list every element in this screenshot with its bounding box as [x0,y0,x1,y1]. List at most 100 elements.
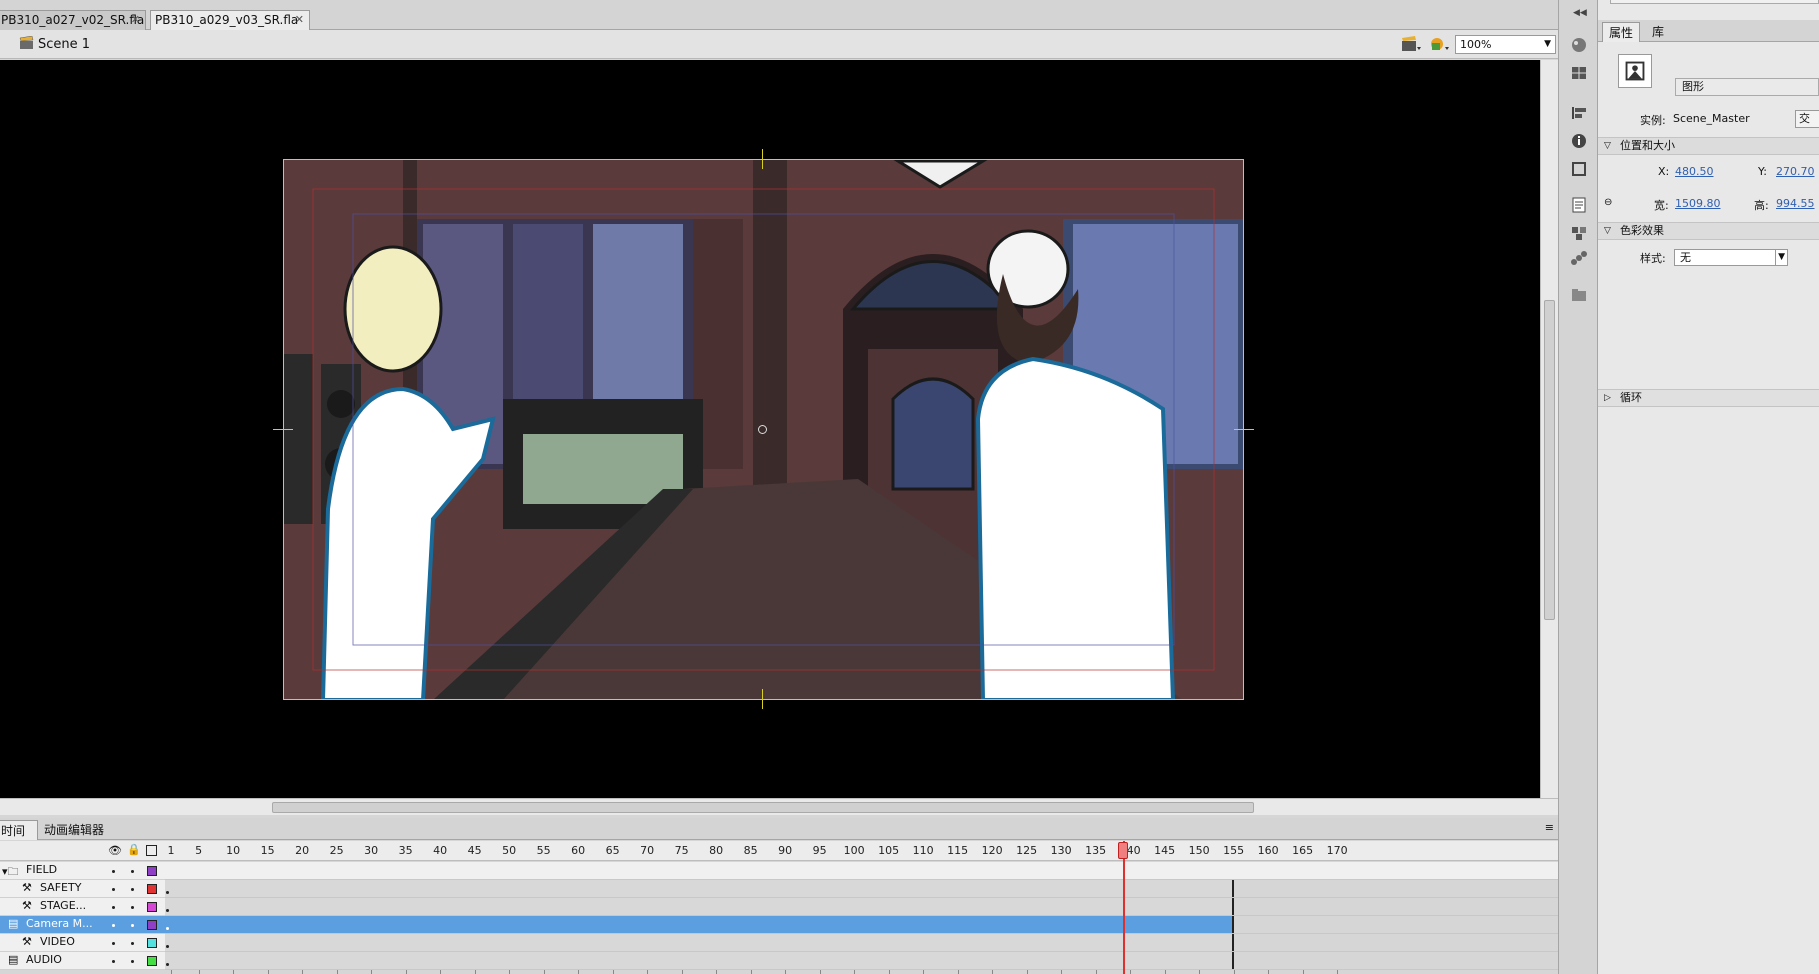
layer-color-swatch[interactable] [147,884,157,894]
width-value[interactable]: 1509.80 [1675,197,1721,210]
ruler-tick [1337,970,1339,974]
keyframe-dot[interactable] [166,909,169,912]
layer-row[interactable]: ⚒ VIDEO [0,934,165,952]
layer-row[interactable]: ▤ Camera M... [0,916,165,934]
scene-label[interactable]: Scene 1 [38,37,90,52]
ruler-label: 95 [812,844,827,857]
height-value[interactable]: 994.55 [1776,197,1815,210]
eye-icon[interactable]: 👁 [108,844,122,857]
doc-tab-a029[interactable]: PB310_a029_v03_SR.fla ✕ [150,10,310,30]
frame-span-row[interactable] [165,952,1558,970]
frame-span[interactable] [165,934,1234,951]
link-icon[interactable]: ⊖ [1604,197,1612,208]
ruler-tick [267,970,269,974]
info-icon[interactable] [1569,132,1589,150]
project-icon[interactable] [1569,286,1589,304]
lock-toggle[interactable] [131,942,134,945]
visibility-toggle[interactable] [112,942,115,945]
lock-toggle[interactable] [131,906,134,909]
guide-icon: ⚒ [22,899,32,912]
tab-label: 属性 [1609,26,1634,40]
playhead-handle[interactable] [1118,842,1129,859]
lock-icon[interactable]: 🔒 [127,843,141,856]
swap-button[interactable]: 交换... [1795,110,1819,128]
layer-name: STAGE... [40,899,87,912]
transform-icon[interactable] [1569,160,1589,178]
ruler-label: 160 [1257,844,1279,857]
zoom-select[interactable]: 100% ▼ [1455,35,1556,54]
vertical-scrollbar[interactable] [1540,60,1558,798]
lock-toggle[interactable] [131,888,134,891]
visibility-toggle[interactable] [112,960,115,963]
layer-row[interactable]: ⚒ STAGE... [0,898,165,916]
doc-tab-a027[interactable]: PB310_a027_v02_SR.fla ✕ [0,10,146,30]
close-icon[interactable]: ✕ [131,11,140,29]
visibility-toggle[interactable] [112,906,115,909]
close-icon[interactable]: ✕ [295,11,304,29]
doc-tab-label: PB310_a027_v02_SR.fla [1,13,145,27]
keyframe-dot[interactable] [166,963,169,966]
ruler-tick [612,970,614,974]
keyframe-dot[interactable] [166,927,169,930]
color-icon[interactable] [1569,36,1589,54]
frame-span[interactable] [165,898,1234,915]
color-effect-section[interactable]: ▽ 色彩效果 [1598,222,1819,240]
lock-toggle[interactable] [131,960,134,963]
position-size-section[interactable]: ▽ 位置和大小 [1598,137,1819,155]
scrollbar-thumb[interactable] [1544,300,1555,620]
transform-point-icon[interactable] [758,425,767,434]
layer-color-swatch[interactable] [147,956,157,966]
layer-row[interactable]: ⚒ SAFETY [0,880,165,898]
instance-label: 实例: [1640,114,1666,127]
collapse-icon[interactable]: ◀◀ [1573,8,1587,18]
registration-mark [762,149,763,169]
visibility-toggle[interactable] [112,870,115,873]
components-icon[interactable] [1569,224,1589,242]
swatches-icon[interactable] [1569,64,1589,82]
ruler-label: 20 [295,844,310,857]
frame-span[interactable] [165,916,1234,933]
tab-properties[interactable]: 属性 [1602,22,1641,42]
layer-row[interactable]: ▾🗀 FIELD [0,862,165,880]
x-value[interactable]: 480.50 [1675,165,1714,178]
symbol-behavior-select[interactable]: 图形 [1675,78,1819,96]
tab-motion-editor[interactable]: 动画编辑器 [40,820,108,840]
ruler-label: 115 [947,844,969,857]
loop-section[interactable]: ▷ 循环 [1598,389,1819,407]
frame-span-row[interactable] [165,916,1558,934]
layer-name: FIELD [26,863,58,876]
layer-row[interactable]: ▤ AUDIO [0,952,165,970]
ruler-label: 25 [329,844,344,857]
style-select[interactable]: 无 ▼ [1674,249,1788,266]
ruler-tick [957,970,959,974]
keyframe-dot[interactable] [166,945,169,948]
layer-color-swatch[interactable] [147,866,157,876]
frame-span-row[interactable] [165,880,1558,898]
motion-presets-icon[interactable] [1569,250,1589,268]
tab-library[interactable]: 库 [1646,22,1670,42]
edit-symbols-icon[interactable] [1428,35,1450,53]
visibility-toggle[interactable] [112,888,115,891]
ruler-tick [888,970,890,974]
edit-scene-icon[interactable] [1400,35,1422,53]
layer-color-swatch[interactable] [147,938,157,948]
lock-toggle[interactable] [131,924,134,927]
code-snippets-icon[interactable] [1569,196,1589,214]
lock-toggle[interactable] [131,870,134,873]
frame-span[interactable] [165,880,1234,897]
tab-timeline[interactable]: 时间轴 [0,820,38,840]
keyframe-dot[interactable] [166,891,169,894]
layer-color-swatch[interactable] [147,902,157,912]
frame-span[interactable] [165,952,1234,969]
scrollbar-thumb[interactable] [272,802,1254,813]
frame-span-row[interactable] [165,898,1558,916]
visibility-toggle[interactable] [112,924,115,927]
frame-span-row[interactable] [165,934,1558,952]
horizontal-scrollbar[interactable] [0,798,1558,815]
ruler-tick [198,970,200,974]
layer-color-swatch[interactable] [147,920,157,930]
align-icon[interactable] [1569,104,1589,122]
panel-menu-icon[interactable]: ≡ [1545,821,1554,834]
outline-icon[interactable] [146,845,157,856]
y-value[interactable]: 270.70 [1776,165,1815,178]
